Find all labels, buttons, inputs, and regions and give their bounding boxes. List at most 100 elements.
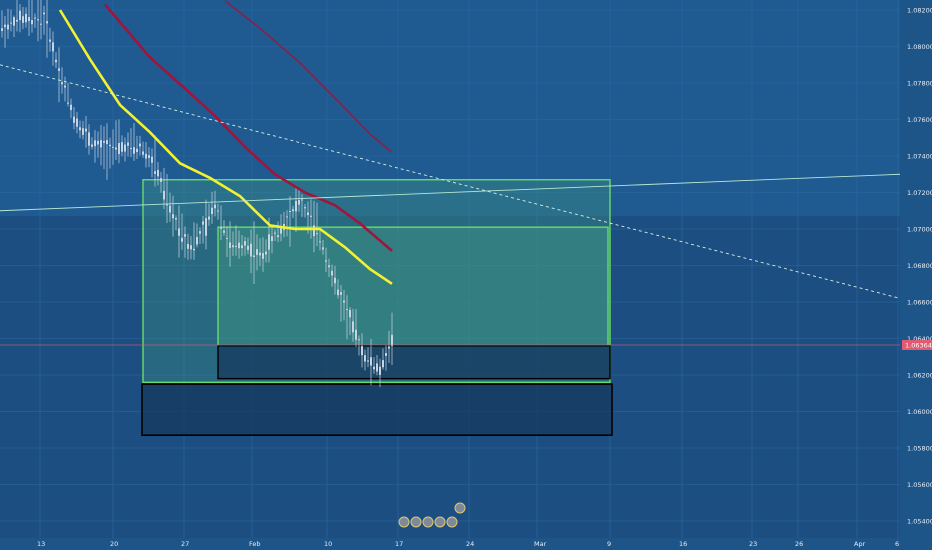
candle-body [328, 265, 330, 268]
y-tick-label: 1.08200 [907, 7, 932, 15]
x-tick-label: 24 [466, 540, 474, 548]
y-tick-label: 1.08000 [907, 43, 932, 51]
candle-body [7, 24, 9, 30]
candle-body [220, 227, 222, 229]
candle-body [247, 245, 249, 250]
candle-body [385, 353, 387, 356]
candle-body [151, 156, 153, 163]
candle-body [337, 289, 339, 296]
candle-body [10, 22, 12, 24]
x-tick-label: 23 [749, 540, 757, 548]
candle-body [286, 216, 288, 218]
candle-body [289, 210, 291, 212]
x-tick-label: 10 [324, 540, 332, 548]
candle-body [178, 228, 180, 236]
x-tick-label: 13 [37, 540, 45, 548]
current-price-label: 1.06364 [905, 342, 932, 350]
y-tick-label: 1.06000 [907, 408, 932, 416]
candle-body [34, 17, 36, 19]
candle-body [49, 39, 51, 42]
event-icon[interactable] [422, 516, 434, 528]
candle-body [325, 260, 327, 262]
y-tick-label: 1.07600 [907, 116, 932, 124]
candle-body [115, 147, 117, 150]
candle-body [76, 118, 78, 127]
candle-body [172, 214, 174, 219]
candle-body [271, 236, 273, 242]
y-tick-label: 1.06600 [907, 299, 932, 307]
candle-body [367, 360, 369, 362]
upper-demand-box[interactable] [217, 345, 611, 380]
candle-body [25, 13, 27, 23]
x-tick-label: 27 [181, 540, 189, 548]
event-icon[interactable] [434, 516, 446, 528]
candle-body [19, 10, 21, 21]
y-tick-label: 1.07000 [907, 226, 932, 234]
event-icon[interactable] [454, 502, 466, 514]
candle-body [196, 237, 198, 245]
candle-body [298, 200, 300, 205]
candle-body [235, 245, 237, 247]
candle-body [118, 143, 120, 155]
candle-body [202, 221, 204, 225]
x-tick-label: 20 [110, 540, 118, 548]
candle-body [154, 171, 156, 174]
candle-body [193, 248, 195, 251]
candle-body [28, 17, 30, 22]
candle-body [130, 147, 132, 149]
candle-body [295, 200, 297, 212]
x-tick-label: 26 [795, 540, 803, 548]
candle-body [43, 12, 45, 15]
candle-body [181, 237, 183, 242]
candle-body [55, 59, 57, 63]
y-tick-label: 1.06200 [907, 372, 932, 380]
candle-body [67, 102, 69, 104]
candle-body [301, 199, 303, 201]
x-tick-label: Apr [854, 540, 866, 548]
candle-body [214, 204, 216, 209]
event-icon[interactable] [446, 516, 458, 528]
candle-body [124, 144, 126, 152]
y-tick-label: 1.07800 [907, 80, 932, 88]
candle-body [112, 146, 114, 148]
candle-body [160, 178, 162, 182]
y-tick-label: 1.06800 [907, 262, 932, 270]
candle-body [91, 144, 93, 147]
chart-root[interactable]: 1.08200 1.08000 1.07800 1.07600 1.07400 1.072… [0, 0, 932, 550]
candle-body [40, 23, 42, 25]
candle-body [100, 140, 102, 148]
candle-body [355, 329, 357, 340]
candle-body [58, 68, 60, 71]
y-tick-label: 1.05800 [907, 445, 932, 453]
candle-body [250, 243, 252, 257]
y-tick-label: 1.07200 [907, 189, 932, 197]
inner-supply-zone[interactable] [217, 226, 609, 347]
zones-layer [141, 179, 613, 437]
candle-body [106, 140, 108, 145]
event-icon[interactable] [398, 516, 410, 528]
candle-body [379, 366, 381, 375]
candle-body [16, 19, 18, 22]
candle-body [316, 233, 318, 235]
candle-body [13, 17, 15, 26]
candle-body [343, 300, 345, 303]
candle-body [334, 277, 336, 284]
price-chart[interactable]: 1.08200 1.08000 1.07800 1.07600 1.07400 1.072… [0, 0, 932, 550]
candle-body [46, 21, 48, 24]
candle-body [211, 207, 213, 214]
x-tick-label: 17 [395, 540, 403, 548]
candle-body [310, 215, 312, 217]
candle-body [184, 234, 186, 237]
candle-body [133, 147, 135, 154]
candle-body [352, 321, 354, 333]
candle-body [4, 24, 6, 28]
event-icon[interactable] [410, 516, 422, 528]
candle-body [73, 116, 75, 123]
candle-body [199, 231, 201, 234]
x-tick-label: 6 [895, 540, 899, 548]
candle-body [82, 128, 84, 135]
candle-body [340, 292, 342, 295]
lower-demand-box[interactable] [141, 383, 613, 437]
candle-body [1, 28, 3, 32]
candle-body [244, 241, 246, 246]
